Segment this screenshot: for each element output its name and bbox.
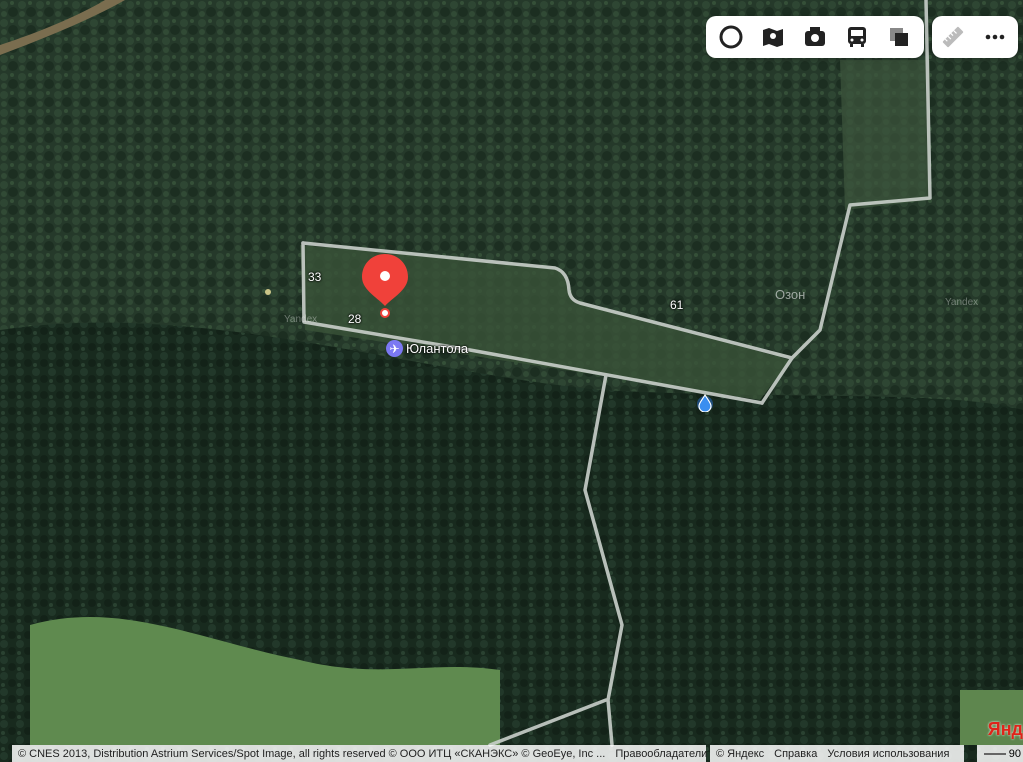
- yandex-links-bar: © Яндекс Справка Условия использования: [710, 745, 964, 762]
- photos-layer-button[interactable]: [794, 16, 836, 58]
- satellite-map[interactable]: 33 28 61 Озон Yandex Yandex ✈ Юлантола: [0, 0, 1023, 762]
- traffic-circle-icon: [719, 25, 743, 49]
- watermark-label: Yandex: [945, 297, 979, 308]
- layers-icon: [890, 28, 908, 46]
- watermark-label: Yandex: [284, 314, 318, 325]
- map-imagery: [0, 0, 1023, 762]
- yandex-copyright-link[interactable]: © Яндекс: [716, 748, 764, 760]
- layers-toolbar: [706, 16, 924, 58]
- ruler-icon: [942, 26, 964, 48]
- scale-bar: 90: [977, 745, 1023, 762]
- attribution-bar: © CNES 2013, Distribution Astrium Servic…: [12, 745, 707, 762]
- panorama-map-icon: [763, 28, 783, 47]
- panorama-layer-button[interactable]: [752, 16, 794, 58]
- attribution-text: © CNES 2013, Distribution Astrium Servic…: [18, 747, 606, 760]
- location-pin-icon: [362, 254, 408, 318]
- ruler-button[interactable]: [932, 16, 974, 58]
- bus-icon: [848, 27, 866, 47]
- tools-toolbar: [932, 16, 1018, 58]
- transit-layer-button[interactable]: [836, 16, 878, 58]
- more-button[interactable]: [974, 16, 1016, 58]
- settlement-poi[interactable]: ✈ Юлантола: [386, 340, 468, 357]
- rights-holders-link[interactable]: Правообладатели: [615, 748, 707, 760]
- more-dots-icon: [985, 34, 1005, 40]
- traffic-layer-button[interactable]: [710, 16, 752, 58]
- area-label-ozon: Озон: [775, 287, 806, 302]
- map-type-button[interactable]: [878, 16, 920, 58]
- location-marker[interactable]: [360, 252, 410, 320]
- help-link[interactable]: Справка: [774, 748, 817, 760]
- house-number-61: 61: [670, 298, 684, 312]
- house-number-33: 33: [308, 270, 322, 284]
- scale-line: [983, 752, 1006, 755]
- settlement-label: Юлантола: [406, 341, 469, 356]
- terms-link[interactable]: Условия использования: [827, 748, 949, 760]
- yandex-logo[interactable]: Янд: [988, 719, 1023, 740]
- airplane-icon: ✈: [386, 340, 403, 357]
- camera-icon: [805, 27, 825, 46]
- scale-value: 90: [1008, 747, 1021, 760]
